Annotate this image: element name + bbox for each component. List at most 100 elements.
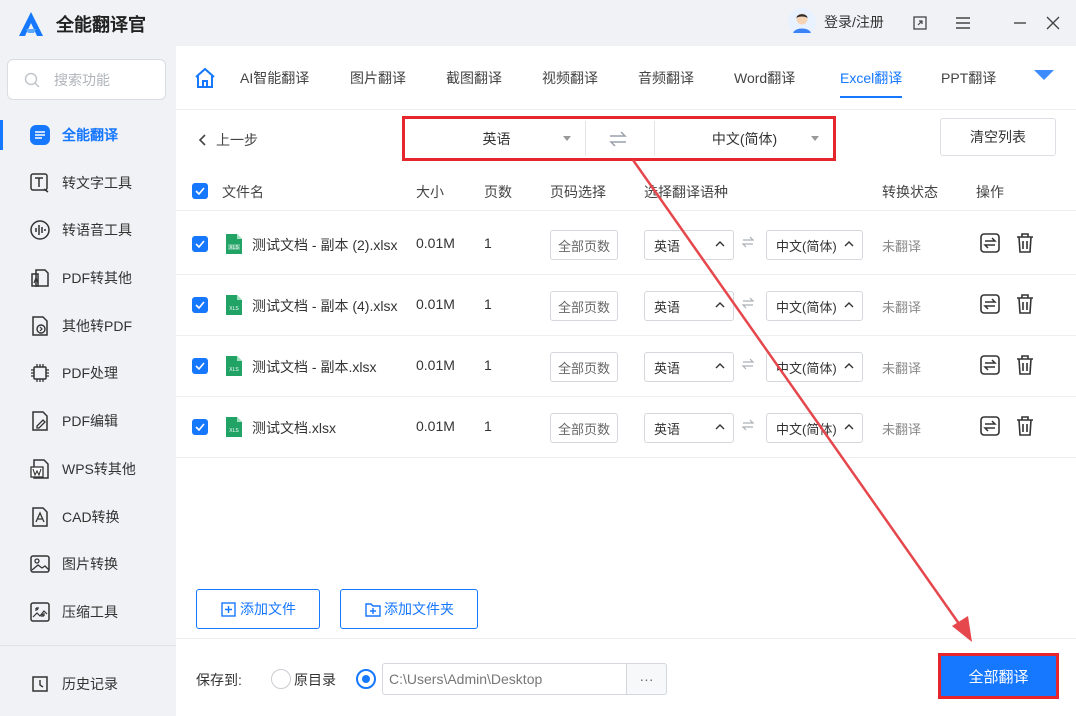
target-language-select[interactable]: 中文(简体) — [654, 121, 834, 156]
excel-file-icon: XLS — [226, 234, 242, 254]
login-button[interactable]: 登录/注册 — [788, 8, 884, 36]
wps-icon — [28, 457, 52, 481]
file-size: 0.01M — [416, 296, 455, 312]
sidebar-item-image-convert[interactable]: 图片转换 — [0, 541, 176, 587]
row-checkbox[interactable] — [192, 358, 208, 374]
sidebar-item-pdf-to-other[interactable]: PDF转其他 — [0, 255, 176, 301]
tab-ppt-translate[interactable]: PPT翻译 — [941, 68, 996, 98]
language-selector: 英语 中文(简体) — [402, 116, 836, 161]
tab-screenshot-translate[interactable]: 截图翻译 — [446, 68, 502, 98]
tab-image-translate[interactable]: 图片翻译 — [350, 68, 406, 98]
file-pages: 1 — [484, 296, 492, 312]
row-checkbox[interactable] — [192, 297, 208, 313]
home-icon[interactable] — [194, 67, 216, 89]
row-source-language-select[interactable]: 英语 — [644, 230, 734, 260]
sidebar-item-label: 压缩工具 — [62, 604, 118, 620]
back-label: 上一步 — [216, 132, 258, 148]
close-button[interactable] — [1042, 12, 1064, 34]
row-checkbox[interactable] — [192, 419, 208, 435]
swap-icon — [742, 236, 754, 248]
row-checkbox[interactable] — [192, 236, 208, 252]
swap-language-icon[interactable] — [609, 131, 627, 147]
check-icon — [195, 301, 205, 309]
custom-dir-radio[interactable] — [356, 669, 376, 689]
row-source-language-select[interactable]: 英语 — [644, 352, 734, 382]
tab-video-translate[interactable]: 视频翻译 — [542, 68, 598, 98]
minimize-button[interactable] — [1009, 12, 1031, 34]
output-path-field[interactable]: C:\Users\Admin\Desktop — [382, 663, 627, 695]
trash-icon[interactable] — [1015, 293, 1035, 315]
chevron-up-icon — [844, 241, 854, 247]
excel-file-icon: XLS — [226, 417, 242, 437]
app-logo-icon — [19, 12, 43, 36]
sidebar-item-text-tool[interactable]: 转文字工具 — [0, 160, 176, 206]
search-input[interactable]: 搜索功能 — [7, 59, 166, 100]
row-target-language-select[interactable]: 中文(简体) — [766, 352, 863, 382]
sidebar-item-label: 转文字工具 — [62, 175, 132, 191]
back-button[interactable]: 上一步 — [196, 130, 258, 150]
file-name: 测试文档 - 副本.xlsx — [252, 359, 377, 375]
row-target-language-select[interactable]: 中文(简体) — [766, 230, 863, 260]
file-size: 0.01M — [416, 357, 455, 373]
chevron-up-icon — [715, 302, 725, 308]
check-icon — [195, 362, 205, 370]
swap-icon — [742, 358, 754, 370]
row-status: 未翻译 — [882, 239, 922, 254]
row-target-language-value: 中文(简体) — [776, 360, 837, 376]
menu-button[interactable] — [952, 12, 974, 34]
source-language-select[interactable]: 英语 — [408, 121, 586, 156]
file-name: 测试文档 - 副本 (2).xlsx — [252, 237, 398, 253]
convert-icon[interactable] — [979, 354, 1001, 376]
convert-icon[interactable] — [979, 415, 1001, 437]
sidebar-item-other-to-pdf[interactable]: 其他转PDF — [0, 303, 176, 349]
page-select-button[interactable]: 全部页数 — [550, 413, 618, 443]
row-status: 未翻译 — [882, 361, 922, 376]
sidebar-item-label: 其他转PDF — [62, 318, 132, 334]
page-select-button[interactable]: 全部页数 — [550, 352, 618, 382]
original-dir-radio[interactable] — [271, 669, 291, 689]
select-all-checkbox[interactable] — [192, 183, 208, 199]
page-select-button[interactable]: 全部页数 — [550, 230, 618, 260]
add-file-button[interactable]: 添加文件 — [196, 589, 320, 629]
trash-icon[interactable] — [1015, 415, 1035, 437]
sidebar-item-cad[interactable]: CAD转换 — [0, 494, 176, 540]
browse-path-button[interactable]: ··· — [626, 663, 667, 695]
row-target-language-select[interactable]: 中文(简体) — [766, 413, 863, 443]
search-icon — [24, 72, 40, 88]
row-source-language-select[interactable]: 英语 — [644, 413, 734, 443]
translate-all-button[interactable]: 全部翻译 — [941, 656, 1056, 696]
sidebar-item-history[interactable]: 历史记录 — [0, 661, 176, 707]
convert-icon[interactable] — [979, 293, 1001, 315]
fullscreen-button[interactable] — [909, 12, 931, 34]
sidebar-item-translate[interactable]: 全能翻译 — [0, 112, 176, 158]
clear-list-button[interactable]: 清空列表 — [940, 118, 1056, 156]
sidebar-item-wps[interactable]: WPS转其他 — [0, 446, 176, 492]
sidebar-item-pdf-edit[interactable]: PDF编辑 — [0, 398, 176, 444]
table-row: XLS 测试文档 - 副本.xlsx 0.01M 1 全部页数 英语 中文(简体… — [176, 336, 1076, 397]
search-placeholder: 搜索功能 — [54, 71, 110, 88]
file-size: 0.01M — [416, 235, 455, 251]
tabs-more-icon[interactable] — [1034, 70, 1054, 80]
sidebar-item-pdf-process[interactable]: PDF处理 — [0, 350, 176, 396]
compress-icon — [28, 600, 52, 624]
tab-excel-translate[interactable]: Excel翻译 — [840, 68, 903, 98]
page-select-button[interactable]: 全部页数 — [550, 291, 618, 321]
row-source-language-select[interactable]: 英语 — [644, 291, 734, 321]
chip-icon — [28, 361, 52, 385]
login-label: 登录/注册 — [824, 14, 884, 30]
tab-word-translate[interactable]: Word翻译 — [734, 68, 795, 98]
tab-audio-translate[interactable]: 音频翻译 — [638, 68, 694, 98]
sidebar-item-voice-tool[interactable]: 转语音工具 — [0, 207, 176, 253]
table-row: XLS 测试文档.xlsx 0.01M 1 全部页数 英语 中文(简体) 未翻译 — [176, 397, 1076, 458]
convert-icon[interactable] — [979, 232, 1001, 254]
row-target-language-select[interactable]: 中文(简体) — [766, 291, 863, 321]
tab-ai-translate[interactable]: AI智能翻译 — [240, 68, 309, 98]
add-folder-button[interactable]: 添加文件夹 — [340, 589, 478, 629]
sidebar-item-compress[interactable]: 压缩工具 — [0, 589, 176, 635]
file-pages: 1 — [484, 235, 492, 251]
trash-icon[interactable] — [1015, 232, 1035, 254]
trash-icon[interactable] — [1015, 354, 1035, 376]
header-pages: 页数 — [484, 184, 512, 200]
row-target-language-value: 中文(简体) — [776, 421, 837, 437]
hamburger-icon — [956, 17, 970, 29]
